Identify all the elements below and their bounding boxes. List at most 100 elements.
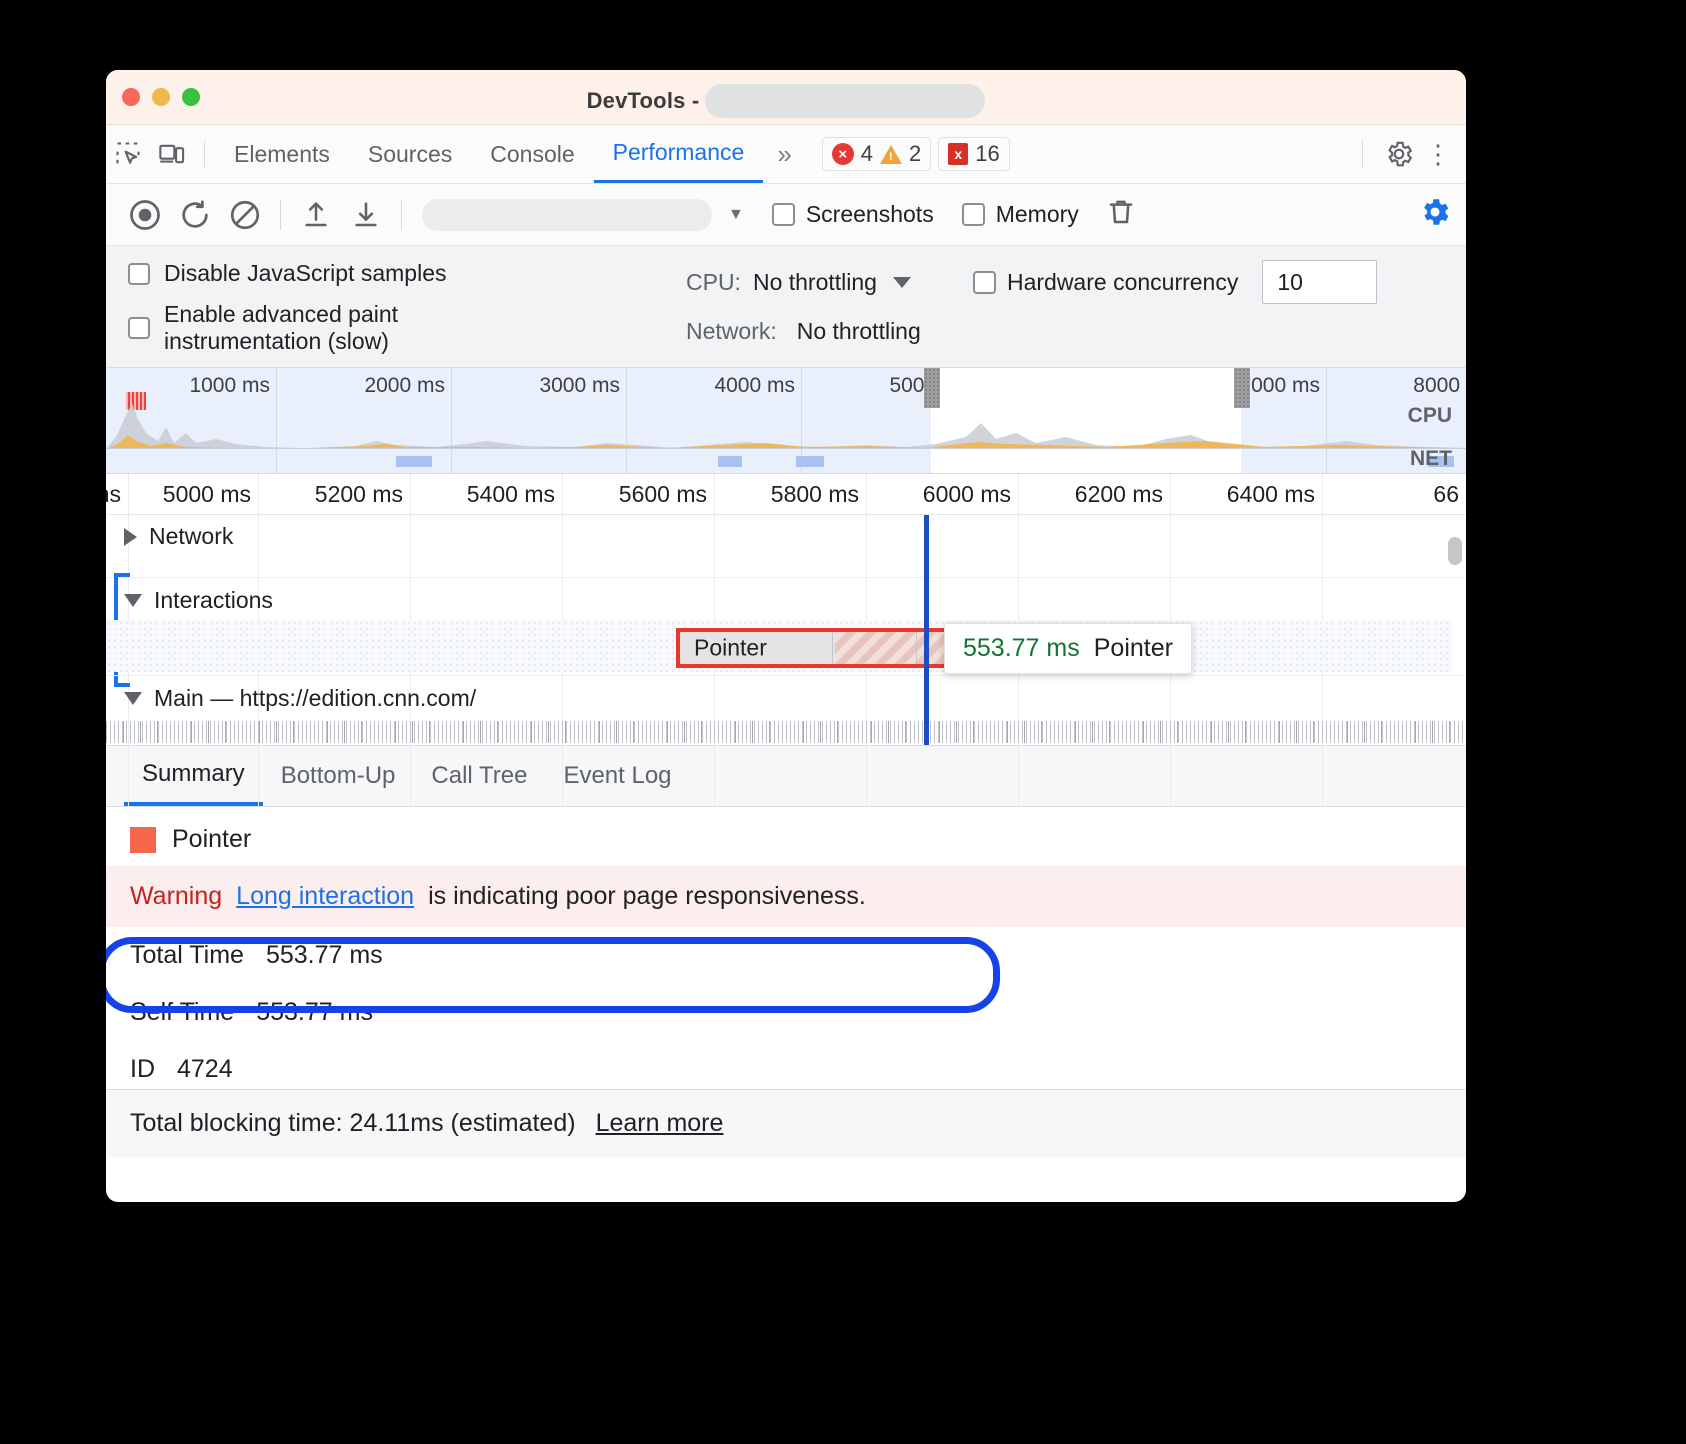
capture-settings-pane: Disable JavaScript samples Enable advanc… — [106, 246, 1466, 368]
tab-sources[interactable]: Sources — [349, 125, 471, 183]
hardware-concurrency-checkbox-box[interactable] — [973, 271, 996, 294]
tab-console[interactable]: Console — [471, 125, 593, 183]
clear-icon[interactable] — [220, 192, 270, 238]
summary-row-value: 553.77 ms — [256, 998, 373, 1027]
memory-checkbox[interactable]: Memory — [962, 201, 1079, 228]
overview-cpu-graph — [106, 397, 1466, 449]
hardware-concurrency-label: Hardware concurrency — [1007, 269, 1238, 296]
event-color-swatch — [130, 827, 156, 853]
overview-tick-label: 1000 ms — [189, 374, 270, 398]
warning-icon — [880, 145, 902, 164]
timeline-tick-label: 6000 ms — [923, 481, 1011, 508]
overview-window-left-handle[interactable] — [924, 368, 940, 408]
screenshots-checkbox-box[interactable] — [772, 203, 795, 226]
reload-record-icon[interactable] — [170, 192, 220, 238]
panel-tabs: Elements Sources Console Performance — [215, 125, 763, 183]
error-icon: × — [832, 143, 854, 165]
tooltip-event-name: Pointer — [1094, 634, 1173, 663]
interactions-row[interactable]: Pointer — [106, 620, 1452, 672]
device-toolbar-icon[interactable] — [150, 134, 194, 174]
memory-checkbox-box[interactable] — [962, 203, 985, 226]
record-toolbar-divider — [280, 200, 281, 230]
timeline-tick-label: 66 — [1433, 481, 1459, 508]
overview-window-right-handle[interactable] — [1234, 368, 1250, 408]
capture-settings-right: CPU: No throttling Hardware concurrency … — [668, 260, 1444, 355]
network-request-chip — [718, 456, 742, 467]
chevron-down-icon[interactable]: ▼ — [728, 206, 744, 224]
timeline-tick-label: 5600 ms — [619, 481, 707, 508]
timeline-tracks[interactable]: Network Interactions Pointer Main — http… — [106, 515, 1466, 745]
warning-label: Warning — [130, 882, 222, 911]
screenshots-checkbox[interactable]: Screenshots — [772, 201, 934, 228]
track-label-network: Network — [149, 523, 233, 550]
chevron-right-icon[interactable] — [124, 528, 137, 546]
timeline-tick-label: 5200 ms — [315, 481, 403, 508]
summary-row-total-time: Total Time 553.77 ms — [106, 927, 1466, 984]
warning-count: 2 — [909, 141, 921, 167]
summary-row-key: Total Time — [130, 941, 244, 970]
upload-profile-icon[interactable] — [291, 192, 341, 238]
delete-icon[interactable] — [1105, 196, 1137, 233]
tab-performance[interactable]: Performance — [594, 125, 764, 183]
chevron-down-icon[interactable] — [124, 692, 142, 705]
download-profile-icon[interactable] — [341, 192, 391, 238]
warning-row: Warning Long interaction is indicating p… — [106, 866, 1466, 927]
summary-row-self-time: Self Time 553.77 ms — [106, 984, 1466, 1041]
devtools-tab-bar: Elements Sources Console Performance » ×… — [106, 125, 1466, 184]
long-interaction-link[interactable]: Long interaction — [236, 882, 414, 911]
violations-counter[interactable]: x 16 — [938, 137, 1009, 171]
timeline-ruler: ms 5000 ms 5200 ms 5400 ms 5600 ms 5800 … — [106, 474, 1466, 515]
kebab-menu-icon[interactable]: ⋮ — [1425, 148, 1452, 160]
timeline-tick-label: 5800 ms — [771, 481, 859, 508]
cpu-throttling-row: CPU: No throttling Hardware concurrency … — [686, 260, 1444, 304]
summary-footer: Total blocking time: 24.11ms (estimated)… — [106, 1089, 1466, 1157]
chevron-down-icon[interactable] — [893, 277, 911, 288]
errors-warnings-counter[interactable]: × 4 2 — [822, 137, 932, 171]
disable-js-samples-checkbox[interactable] — [128, 263, 150, 285]
timeline-playhead[interactable] — [924, 515, 929, 745]
main-flame-chart[interactable] — [106, 721, 1466, 743]
track-header-interactions[interactable]: Interactions — [124, 587, 273, 614]
capture-settings-gear-icon[interactable] — [1418, 195, 1452, 234]
timeline-tick-label: 5000 ms — [163, 481, 251, 508]
capture-settings-left: Disable JavaScript samples Enable advanc… — [128, 260, 668, 355]
gear-icon[interactable] — [1377, 134, 1421, 174]
tab-performance-label: Performance — [613, 139, 745, 166]
network-throttling-row: Network: No throttling — [686, 318, 1444, 345]
learn-more-link[interactable]: Learn more — [596, 1109, 724, 1138]
cpu-throttling-value[interactable]: No throttling — [753, 269, 877, 296]
tabbar-right-tools: ⋮ — [1352, 134, 1466, 174]
network-throttling-value[interactable]: No throttling — [797, 318, 921, 345]
overview-network-graph — [106, 448, 1466, 473]
track-header-network[interactable]: Network — [124, 523, 233, 550]
timeline-tick-label: 6400 ms — [1227, 481, 1315, 508]
summary-row-value: 553.77 ms — [266, 941, 383, 970]
overview-tick-label: 4000 ms — [714, 374, 795, 398]
track-divider — [106, 577, 1466, 578]
tab-elements[interactable]: Elements — [215, 125, 349, 183]
title-bar: DevTools - — [106, 70, 1466, 125]
inspect-element-icon[interactable] — [106, 134, 150, 174]
advanced-paint-row[interactable]: Enable advanced paint instrumentation (s… — [128, 301, 668, 355]
track-header-main[interactable]: Main — https://edition.cnn.com/ — [124, 685, 476, 712]
advanced-paint-checkbox[interactable] — [128, 317, 150, 339]
toolbar-divider-2 — [1362, 140, 1363, 168]
record-toolbar-divider-2 — [401, 200, 402, 230]
overview-net-label: NET — [1410, 447, 1452, 471]
history-dropdown[interactable] — [422, 199, 712, 231]
cpu-throttling-label: CPU: — [686, 269, 741, 296]
chevron-down-icon[interactable] — [124, 594, 142, 607]
track-label-main: Main — https://edition.cnn.com/ — [154, 685, 476, 712]
record-icon[interactable] — [120, 192, 170, 238]
timeline-overview[interactable]: 1000 ms 2000 ms 3000 ms 4000 ms 5000 ms … — [106, 368, 1466, 474]
screenshots-label: Screenshots — [806, 201, 934, 228]
violation-count: 16 — [975, 141, 999, 167]
disable-js-samples-label: Disable JavaScript samples — [164, 260, 447, 287]
overview-tick-label: 3000 ms — [539, 374, 620, 398]
tracks-scrollbar-thumb[interactable] — [1448, 537, 1462, 565]
disable-js-samples-row[interactable]: Disable JavaScript samples — [128, 260, 668, 287]
hardware-concurrency-input[interactable]: 10 — [1262, 260, 1377, 304]
hardware-concurrency-checkbox[interactable]: Hardware concurrency — [973, 269, 1238, 296]
more-tabs-icon[interactable]: » — [763, 139, 805, 170]
issue-counters: × 4 2 x 16 — [822, 137, 1010, 171]
